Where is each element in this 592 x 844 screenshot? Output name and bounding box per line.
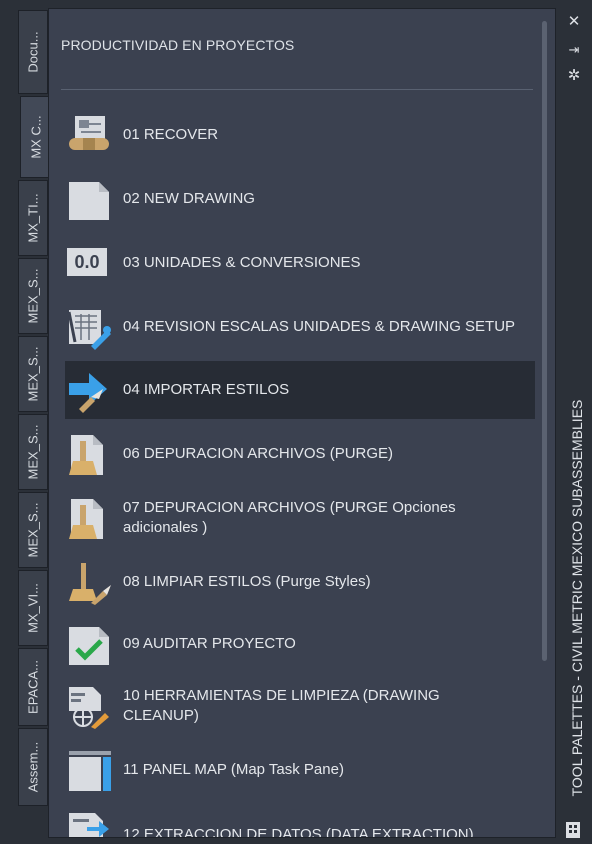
tool-label: 08 LIMPIAR ESTILOS (Purge Styles) <box>123 573 371 590</box>
tool-label: 04 IMPORTAR ESTILOS <box>123 381 290 398</box>
tool-label: 04 REVISION ESCALAS UNIDADES & DRAWING S… <box>123 318 516 335</box>
tab-mex-s-3[interactable]: MEX_S... <box>18 414 48 490</box>
tool-purge-options[interactable]: 07 DEPURACION ARCHIVOS (PURGE Opciones a… <box>65 489 535 547</box>
tool-label: 11 PANEL MAP (Map Task Pane) <box>123 761 344 778</box>
palette-scrollbar[interactable] <box>542 21 547 661</box>
tool-purge[interactable]: 06 DEPURACION ARCHIVOS (PURGE) <box>65 425 535 483</box>
tool-data-extraction[interactable]: 12 EXTRACCION DE DATOS (DATA EXTRACTION) <box>65 801 535 838</box>
tool-label: 02 NEW DRAWING <box>123 190 255 207</box>
autohide-button[interactable]: ⇥ <box>566 42 582 58</box>
palette-title: PRODUCTIVIDAD EN PROYECTOS <box>61 37 295 53</box>
tool-new-drawing[interactable]: 02 NEW DRAWING <box>65 170 535 228</box>
tool-units-conversions[interactable]: 0.0 03 UNIDADES & CONVERSIONES <box>65 234 535 292</box>
tab-mex-s-4[interactable]: MEX_S... <box>18 492 48 568</box>
tab-assem[interactable]: Assem... <box>18 728 48 806</box>
purge-icon <box>69 435 103 475</box>
title-separator <box>61 89 533 90</box>
palette-tabs: Docu... MX C... MX_TI... MEX_S... MEX_S.… <box>18 10 52 830</box>
tool-drawing-setup[interactable]: 04 REVISION ESCALAS UNIDADES & DRAWING S… <box>65 298 535 356</box>
map-panel-icon <box>69 751 111 791</box>
tool-audit[interactable]: 09 AUDITAR PROYECTO <box>65 615 535 673</box>
tab-epaca[interactable]: EPACA... <box>18 648 48 726</box>
new-drawing-icon <box>69 182 109 220</box>
tool-palettes-window: Docu... MX C... MX_TI... MEX_S... MEX_S.… <box>0 0 592 844</box>
import-styles-icon <box>69 373 107 413</box>
units-icon: 0.0 <box>67 248 111 278</box>
tool-label: 07 DEPURACION ARCHIVOS (PURGE Opciones a… <box>123 499 456 536</box>
tool-palette-panel: PRODUCTIVIDAD EN PROYECTOS 01 RECOVER 02… <box>48 8 556 838</box>
tool-purge-styles[interactable]: 08 LIMPIAR ESTILOS (Purge Styles) <box>65 553 535 611</box>
tab-documents[interactable]: Docu... <box>18 10 48 94</box>
purge-options-icon <box>69 499 103 539</box>
purge-styles-icon <box>69 563 111 605</box>
tool-label: 06 DEPURACION ARCHIVOS (PURGE) <box>123 445 394 462</box>
tool-recover[interactable]: 01 RECOVER <box>65 106 535 164</box>
tool-label: 12 EXTRACCION DE DATOS (DATA EXTRACTION) <box>123 826 474 838</box>
cleanup-icon <box>69 687 109 729</box>
tool-label: 09 AUDITAR PROYECTO <box>123 635 296 652</box>
tool-import-styles[interactable]: 04 IMPORTAR ESTILOS <box>65 361 535 419</box>
palette-window-title: TOOL PALETTES - CIVIL METRIC MEXICO SUBA… <box>569 399 585 797</box>
tab-mex-s-1[interactable]: MEX_S... <box>18 258 48 334</box>
drawing-setup-icon <box>67 310 111 350</box>
data-extraction-icon <box>69 813 109 837</box>
tool-drawing-cleanup[interactable]: 10 HERRAMIENTAS DE LIMPIEZA (DRAWING CLE… <box>65 677 535 735</box>
tool-map-panel[interactable]: 11 PANEL MAP (Map Task Pane) <box>65 741 535 799</box>
tool-label: 03 UNIDADES & CONVERSIONES <box>123 254 361 271</box>
audit-icon <box>69 627 109 665</box>
tool-label: 01 RECOVER <box>123 126 219 143</box>
tool-label: 10 HERRAMIENTAS DE LIMPIEZA (DRAWING CLE… <box>123 687 440 724</box>
properties-button[interactable]: ✲ <box>566 68 582 84</box>
tab-mx-vi[interactable]: MX_VI... <box>18 570 48 646</box>
tab-mx-ti[interactable]: MX_TI... <box>18 180 48 256</box>
palette-titlebar: ✕ ⇥ ✲ TOOL PALETTES - CIVIL METRIC MEXIC… <box>557 8 592 844</box>
units-icon-text: 0.0 <box>67 248 107 276</box>
close-button[interactable]: ✕ <box>566 14 582 30</box>
recover-icon <box>69 116 109 150</box>
tab-mex-s-2[interactable]: MEX_S... <box>18 336 48 412</box>
palette-list-icon[interactable] <box>566 822 580 838</box>
